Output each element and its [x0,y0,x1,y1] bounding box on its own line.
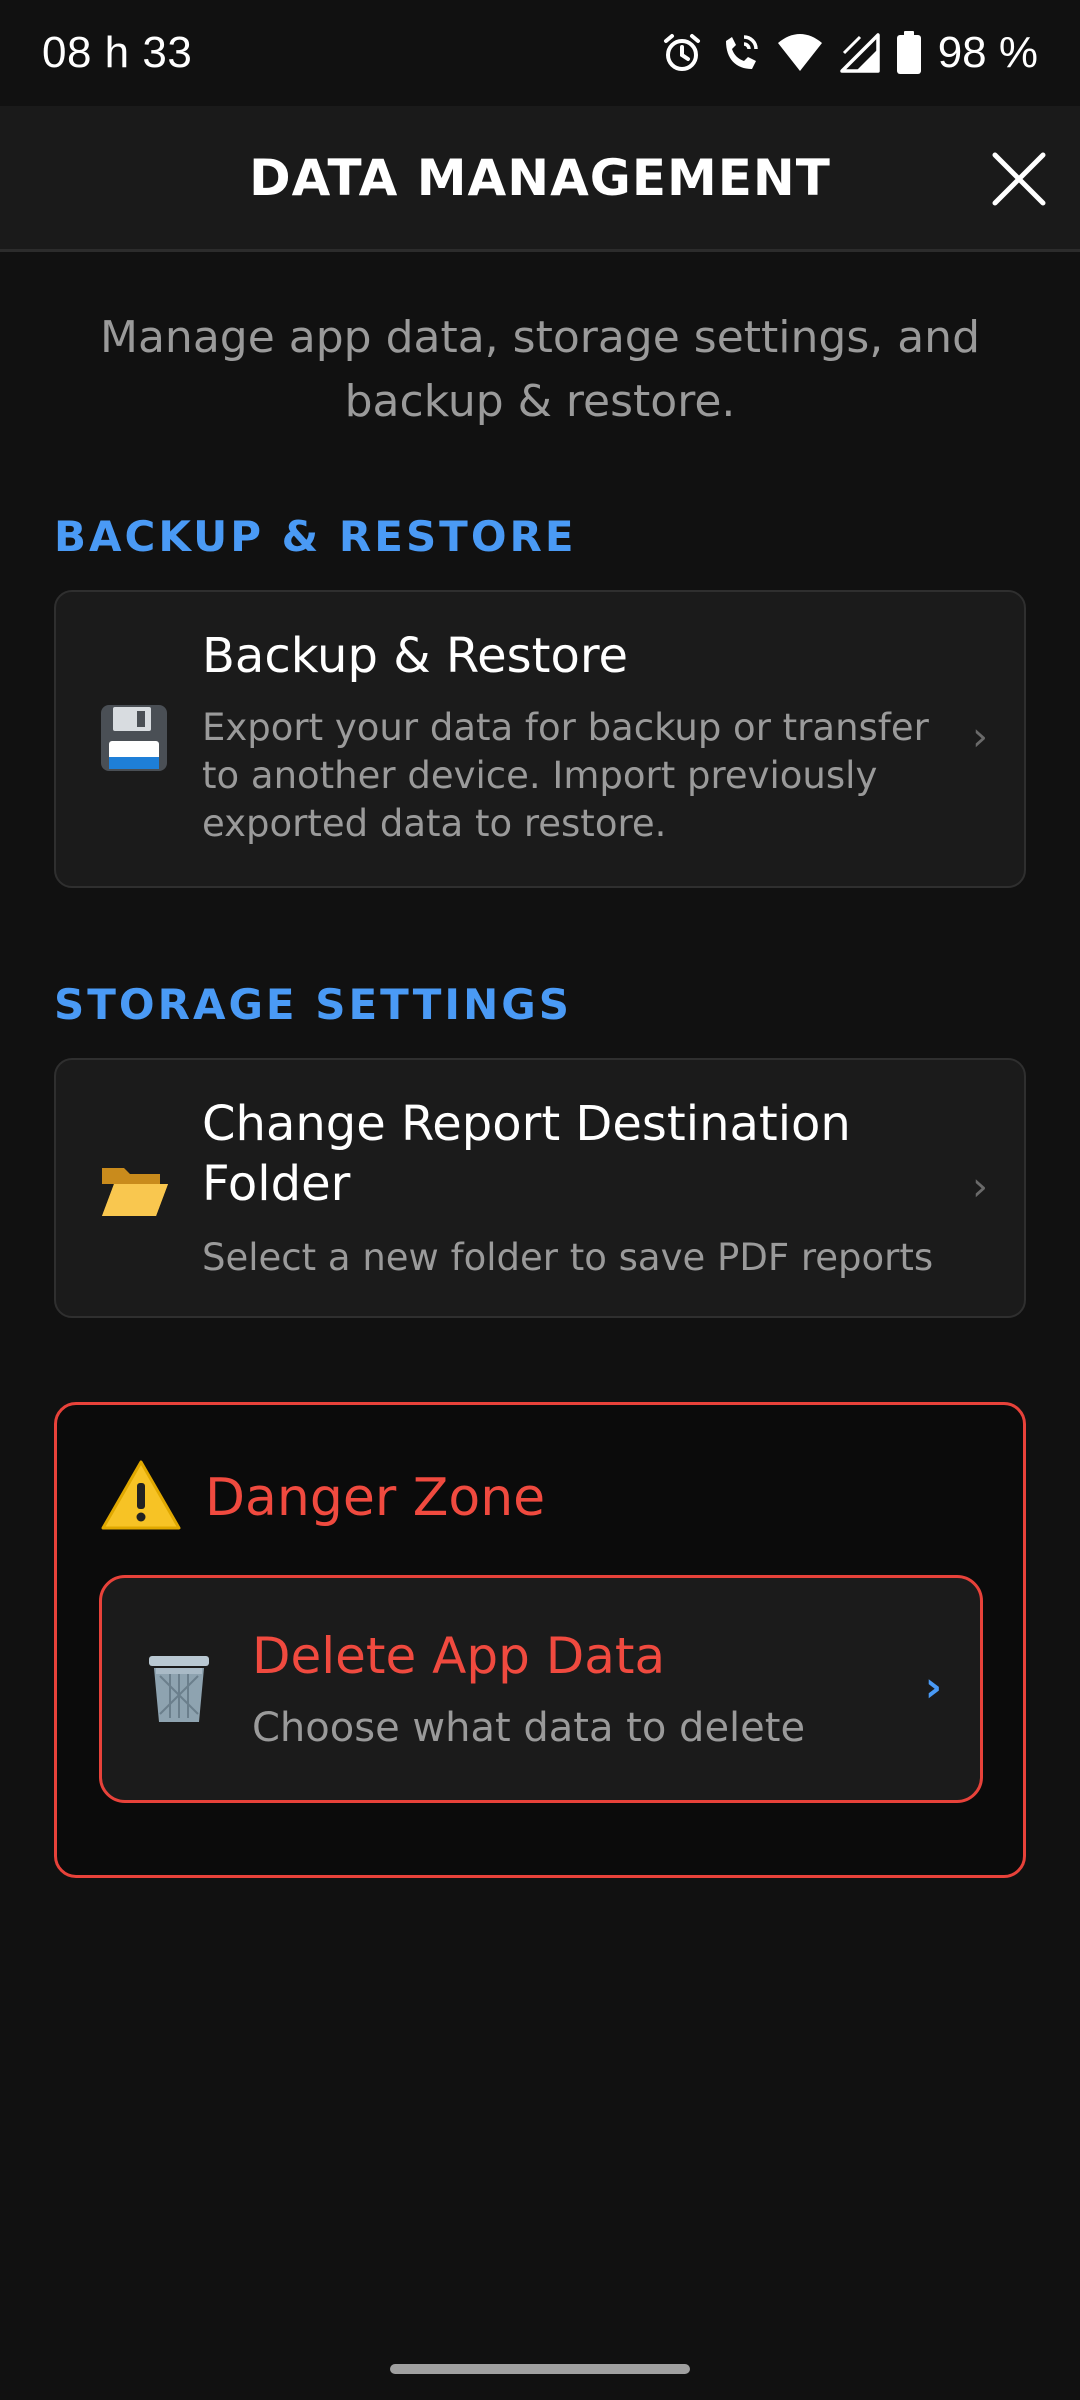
backup-restore-card[interactable]: Backup & Restore Export your data for ba… [54,590,1026,888]
battery-icon [896,31,922,75]
section-label-storage: STORAGE SETTINGS [54,980,572,1029]
alarm-icon [660,31,704,75]
battery-percentage: 98 % [937,28,1038,77]
delete-app-data-title: Delete App Data [252,1627,666,1685]
chevron-right-icon: › [972,1164,988,1210]
delete-app-data-description: Choose what data to delete [252,1705,806,1751]
change-destination-title: Change Report Destination Folder [202,1096,851,1212]
danger-zone-panel: Danger Zone Delete App Data Choose what … [54,1402,1026,1878]
trash-icon [146,1652,212,1731]
page-subtitle: Manage app data, storage settings, and b… [100,312,980,427]
change-destination-description: Select a new folder to save PDF reports [202,1236,934,1279]
status-bar: 08 h 33 98 % [0,0,1080,106]
status-icons: 98 % [660,28,1038,78]
signal-icon [838,31,882,75]
wifi-calling-icon [718,31,762,75]
section-label-backup: BACKUP & RESTORE [54,512,577,561]
status-time: 08 h 33 [42,28,193,77]
change-destination-card[interactable]: Change Report Destination Folder Select … [54,1058,1026,1318]
delete-app-data-button[interactable]: Delete App Data Choose what data to dele… [99,1575,983,1803]
close-button[interactable] [984,144,1054,214]
floppy-disk-icon [92,696,176,780]
chevron-right-icon: › [924,1662,942,1711]
backup-restore-title: Backup & Restore [202,628,629,684]
open-folder-icon [92,1148,176,1232]
warning-icon [101,1459,181,1536]
danger-zone-title: Danger Zone [205,1467,546,1528]
home-indicator[interactable] [390,2364,690,2374]
page-title: DATA MANAGEMENT [249,148,831,207]
backup-restore-description: Export your data for backup or transfer … [202,706,929,845]
danger-zone-header: Danger Zone [101,1459,545,1536]
app-header: DATA MANAGEMENT [0,106,1080,252]
close-icon [992,152,1046,206]
chevron-right-icon: › [972,714,988,760]
wifi-icon [776,31,824,75]
